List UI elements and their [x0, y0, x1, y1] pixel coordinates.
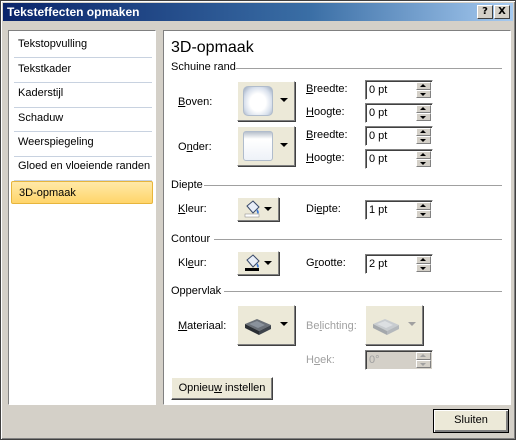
section-label-bevel: Schuine rand — [171, 61, 236, 73]
spin-up-button[interactable] — [416, 82, 431, 90]
chevron-down-icon — [280, 322, 288, 326]
angle-spinner[interactable]: 0° — [365, 350, 433, 370]
chevron-down-icon — [264, 261, 272, 265]
bevel-top-height-label: Hoogte: — [306, 106, 345, 118]
sidebar-item-gloed[interactable]: Gloed en vloeiende randen — [11, 155, 153, 178]
angle-label: Hoek: — [306, 354, 335, 366]
contour-size-spinner[interactable]: 2 pt — [365, 254, 433, 274]
spin-up-button[interactable] — [416, 151, 431, 159]
spin-up-button[interactable] — [416, 128, 431, 136]
reset-button[interactable]: Opnieuw instellen — [171, 377, 273, 400]
spin-down-button[interactable] — [416, 159, 431, 167]
lighting-label: Belichting: — [306, 320, 357, 332]
spin-down-button[interactable] — [416, 90, 431, 98]
sidebar-item-schaduw[interactable]: Schaduw — [11, 107, 153, 130]
close-button-label: Sluiten — [454, 414, 488, 426]
help-icon: ? — [482, 6, 488, 17]
bevel-bottom-icon — [243, 131, 273, 161]
bevel-top-icon — [243, 86, 273, 116]
bevel-top-height-spinner[interactable]: 0 pt — [365, 103, 433, 123]
section-divider — [204, 185, 502, 186]
close-button[interactable]: Sluiten — [433, 409, 509, 433]
bevel-bottom-width-value[interactable]: 0 pt — [369, 130, 387, 142]
settings-panel: 3D-opmaak Schuine rand Boven: Breedte: 0… — [163, 30, 511, 405]
sidebar-item-weerspiegeling[interactable]: Weerspiegeling — [11, 131, 153, 154]
paint-bucket-icon — [244, 200, 260, 218]
spin-up-button[interactable] — [416, 202, 431, 210]
sidebar-item-3d-opmaak[interactable]: 3D-opmaak — [11, 181, 153, 204]
section-divider — [214, 239, 502, 240]
spin-down-button[interactable] — [416, 264, 431, 272]
contour-size-label: Grootte: — [306, 257, 346, 269]
paint-bucket-icon — [245, 254, 260, 271]
bevel-top-label-text: oven: — [185, 96, 213, 108]
spin-down-button[interactable] — [416, 113, 431, 121]
contour-size-value[interactable]: 2 pt — [369, 258, 387, 270]
section-label-surface: Oppervlak — [171, 285, 222, 297]
window-title: Teksteffecten opmaken — [7, 5, 140, 19]
bevel-bottom-dropdown[interactable] — [237, 126, 295, 166]
bevel-bottom-width-spinner[interactable]: 0 pt — [365, 126, 433, 146]
bevel-bottom-label: Onder: — [178, 141, 212, 153]
sidebar-item-kaderstijl[interactable]: Kaderstijl — [11, 82, 153, 105]
spin-down-button[interactable] — [416, 360, 431, 368]
depth-value[interactable]: 1 pt — [369, 204, 387, 216]
close-window-button[interactable]: X — [494, 5, 510, 19]
section-label-contour: Contour — [171, 233, 211, 245]
bevel-top-width-value[interactable]: 0 pt — [369, 84, 387, 96]
category-sidebar: Tekstopvulling Tekstkader Kaderstijl Sch… — [8, 30, 156, 405]
spin-up-button[interactable] — [416, 256, 431, 264]
bevel-top-width-label: Breedte: — [306, 83, 348, 95]
lighting-icon — [373, 319, 399, 335]
depth-spinner[interactable]: 1 pt — [365, 200, 433, 220]
spin-down-button[interactable] — [416, 136, 431, 144]
page-title: 3D-opmaak — [171, 39, 254, 56]
bevel-top-width-spinner[interactable]: 0 pt — [365, 80, 433, 100]
help-button[interactable]: ? — [477, 5, 493, 19]
material-label: Materiaal: — [178, 320, 227, 332]
chevron-down-icon — [280, 98, 288, 102]
title-bar: Teksteffecten opmaken ? X — [3, 3, 513, 21]
contour-color-label: Kleur: — [178, 257, 207, 269]
section-divider — [236, 68, 502, 69]
bevel-bottom-height-spinner[interactable]: 0 pt — [365, 149, 433, 169]
close-icon: X — [498, 6, 506, 17]
bevel-top-height-value[interactable]: 0 pt — [369, 107, 387, 119]
chevron-down-icon — [280, 143, 288, 147]
section-divider — [224, 291, 502, 292]
bevel-bottom-height-label: Hoogte: — [306, 152, 345, 164]
angle-value[interactable]: 0° — [369, 354, 380, 366]
bevel-bottom-height-value[interactable]: 0 pt — [369, 153, 387, 165]
reset-button-label: Opnieuw instellen — [178, 382, 266, 394]
chevron-down-icon — [264, 207, 272, 211]
material-icon — [245, 319, 271, 335]
chevron-down-icon — [408, 322, 416, 326]
depth-size-label: Diepte: — [306, 203, 341, 215]
bevel-bottom-width-label: Breedte: — [306, 129, 348, 141]
spin-up-button[interactable] — [416, 105, 431, 113]
material-dropdown[interactable] — [237, 305, 295, 345]
contour-color-dropdown[interactable] — [237, 251, 279, 275]
lighting-dropdown[interactable] — [365, 305, 423, 345]
dialog-window: Teksteffecten opmaken ? X Tekstopvulling… — [0, 0, 516, 440]
bevel-top-dropdown[interactable] — [237, 81, 295, 121]
depth-color-dropdown[interactable] — [237, 197, 279, 221]
section-label-depth: Diepte — [171, 179, 203, 191]
sidebar-item-tekstopvulling[interactable]: Tekstopvulling — [11, 33, 153, 56]
depth-color-label: Kleur: — [178, 203, 207, 215]
spin-up-button[interactable] — [416, 352, 431, 360]
spin-down-button[interactable] — [416, 210, 431, 218]
sidebar-item-tekstkader[interactable]: Tekstkader — [11, 58, 153, 81]
bevel-top-label: Boven: — [178, 96, 213, 108]
